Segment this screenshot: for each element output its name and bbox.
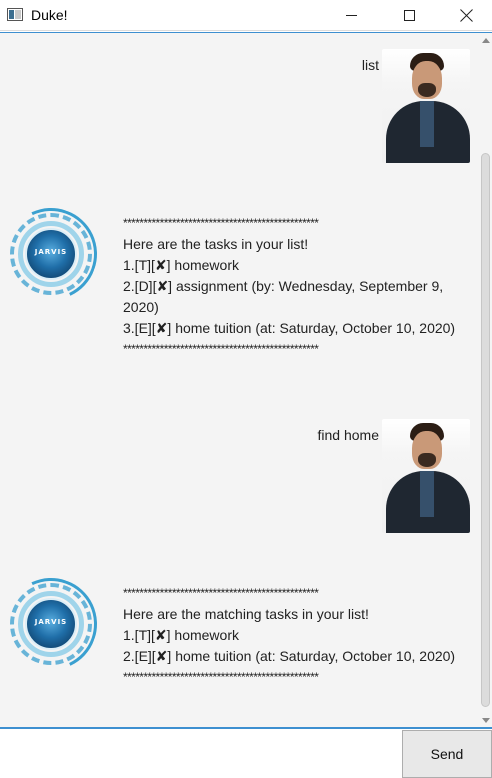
user-avatar <box>382 419 470 533</box>
bot-avatar: JARVIS <box>0 195 115 313</box>
task-item: 2.[E][✘] home tuition (at: Saturday, Oct… <box>123 648 456 664</box>
app-icon <box>7 8 23 21</box>
minimize-button[interactable] <box>322 0 380 31</box>
divider-line: ****************************************… <box>123 342 319 356</box>
divider-line: ****************************************… <box>123 216 319 230</box>
scroll-down-icon[interactable] <box>482 718 490 723</box>
bot-message-text: ****************************************… <box>123 213 473 360</box>
user-message-text: list <box>361 57 379 73</box>
bot-avatar: JARVIS <box>0 565 115 683</box>
task-item: 1.[T][✘] homework <box>123 257 239 273</box>
title-bar: Duke! <box>0 0 492 31</box>
chat-scroll-pane[interactable]: list JARVIS ****************************… <box>0 32 492 729</box>
window-title: Duke! <box>31 7 68 23</box>
bot-message: JARVIS *********************************… <box>0 195 473 360</box>
scroll-up-icon[interactable] <box>482 38 490 43</box>
bot-avatar-label: JARVIS <box>34 248 68 256</box>
task-item: 2.[D][✘] assignment (by: Wednesday, Sept… <box>123 278 444 315</box>
bot-message: JARVIS *********************************… <box>0 565 473 688</box>
minimize-icon <box>345 15 357 16</box>
bot-message-line: Here are the tasks in your list! <box>123 236 309 252</box>
close-button[interactable] <box>437 0 492 31</box>
divider-line: ****************************************… <box>123 586 319 600</box>
task-item: 1.[T][✘] homework <box>123 627 239 643</box>
bot-avatar-label: JARVIS <box>34 618 68 626</box>
close-icon <box>460 9 473 22</box>
bot-message-text: ****************************************… <box>123 583 473 688</box>
vertical-scrollbar[interactable] <box>479 33 492 727</box>
send-button[interactable]: Send <box>402 730 492 778</box>
bot-message-line: Here are the matching tasks in your list… <box>123 606 369 622</box>
scrollbar-thumb[interactable] <box>481 153 490 707</box>
user-avatar <box>382 49 470 163</box>
divider-line: ****************************************… <box>123 670 319 684</box>
user-message: find home <box>318 419 470 533</box>
user-message-text: find home <box>317 427 379 443</box>
message-input[interactable] <box>0 730 402 778</box>
user-message: list <box>362 49 470 163</box>
maximize-icon <box>403 10 415 21</box>
task-item: 3.[E][✘] home tuition (at: Saturday, Oct… <box>123 320 456 336</box>
maximize-button[interactable] <box>380 0 438 31</box>
